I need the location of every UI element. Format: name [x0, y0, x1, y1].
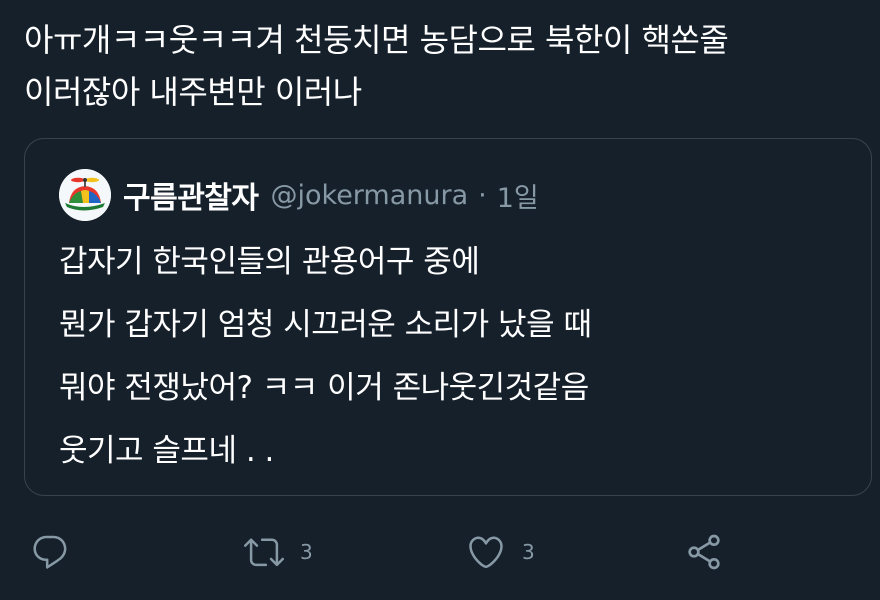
tweet-text-line: 이러잖아 내주변만 이러나: [24, 73, 362, 111]
display-name[interactable]: 구름관찰자: [123, 173, 259, 217]
share-button[interactable]: [684, 530, 724, 574]
quoted-tweet-line: 웃기고 슬프네 . .: [59, 433, 274, 469]
retweet-button[interactable]: 3: [244, 530, 313, 574]
like-count: 3: [522, 540, 535, 564]
tweet-text-line: 아ㅠ개ㅋㅋ웃ㅋㅋ겨 천둥치면 농담으로 북한이 핵쏜줄: [24, 21, 729, 59]
user-handle[interactable]: @jokermanura: [271, 180, 469, 211]
reply-icon: [33, 535, 67, 569]
avatar[interactable]: [59, 169, 111, 221]
reply-button[interactable]: [30, 530, 70, 574]
like-button[interactable]: 3: [466, 530, 535, 574]
tweet-text: 아ㅠ개ㅋㅋ웃ㅋㅋ겨 천둥치면 농담으로 북한이 핵쏜줄 이러잖아 내주변만 이러…: [24, 14, 856, 118]
timestamp[interactable]: 1일: [497, 176, 539, 215]
quoted-tweet-text: 갑자기 한국인들의 관용어구 중에 뭔가 갑자기 엄청 시끄러운 소리가 났을 …: [59, 231, 839, 483]
quoted-tweet-line: 뭔가 갑자기 엄청 시끄러운 소리가 났을 때: [59, 307, 592, 343]
retweet-icon: [244, 538, 284, 567]
quoted-tweet-card[interactable]: 구름관찰자 @jokermanura · 1일 갑자기 한국인들의 관용어구 중…: [24, 138, 872, 496]
heart-icon: [469, 536, 503, 569]
retweet-count: 3: [300, 540, 313, 564]
share-icon: [688, 534, 720, 570]
tweet-actions-bar: 3 3: [0, 520, 880, 584]
separator-dot: ·: [478, 179, 487, 211]
quoted-tweet-line: 뭐야 전쟁났어? ㅋㅋ 이거 존나웃긴것같음: [59, 370, 589, 406]
propeller-cap-icon: [59, 169, 111, 221]
quoted-tweet-line: 갑자기 한국인들의 관용어구 중에: [59, 244, 480, 280]
quoted-tweet-header: 구름관찰자 @jokermanura · 1일: [59, 167, 539, 223]
